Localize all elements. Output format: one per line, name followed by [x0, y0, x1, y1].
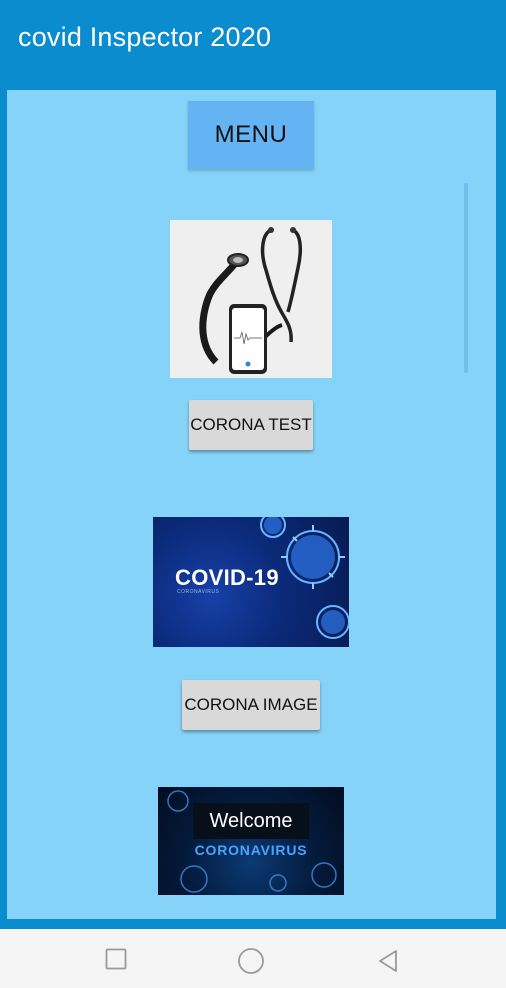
welcome-coronavirus-image: Welcome CORONAVIRUS [158, 787, 344, 895]
coronavirus-banner-text: CORONAVIRUS [194, 842, 308, 858]
main-content: MENU CORONA TEST COVID-19 CORONAVIRUS CO… [0, 80, 506, 929]
triangle-back-icon[interactable] [376, 948, 400, 974]
covid19-banner-text: COVID-19 [175, 565, 279, 590]
stethoscope-phone-image [170, 220, 332, 378]
circle-icon[interactable] [237, 947, 265, 975]
menu-button[interactable]: MENU [188, 101, 314, 169]
covid19-banner-image: COVID-19 CORONAVIRUS [153, 517, 349, 647]
app-title: covid Inspector 2020 [18, 22, 272, 52]
covid19-banner-subtext: CORONAVIRUS [177, 589, 220, 595]
welcome-label: Welcome [193, 803, 309, 839]
system-navigation-bar [0, 929, 506, 988]
menu-panel[interactable]: MENU CORONA TEST COVID-19 CORONAVIRUS CO… [7, 90, 496, 919]
corona-test-button[interactable]: CORONA TEST [189, 400, 313, 450]
app-bar: covid Inspector 2020 [0, 0, 506, 80]
square-icon[interactable] [105, 948, 127, 970]
vertical-scrollbar[interactable] [464, 183, 468, 373]
corona-image-button[interactable]: CORONA IMAGE [182, 680, 320, 730]
